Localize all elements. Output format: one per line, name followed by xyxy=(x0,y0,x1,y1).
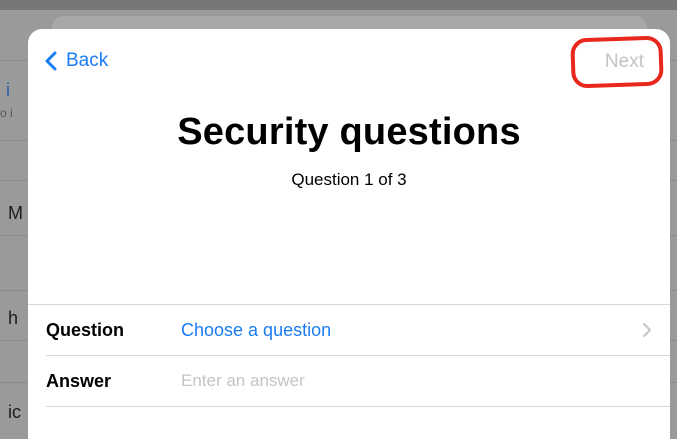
page-title: Security questions xyxy=(177,111,521,153)
background-text: M xyxy=(8,203,23,223)
back-button-label: Back xyxy=(66,50,109,71)
security-question-form: Question Choose a question Answer xyxy=(28,304,670,407)
choose-question-link[interactable]: Choose a question xyxy=(181,320,331,341)
answer-row: Answer xyxy=(28,356,670,407)
security-questions-sheet: Back Next Security questions Question 1 … xyxy=(28,29,670,439)
background-text: o i xyxy=(0,106,13,120)
divider xyxy=(46,406,670,407)
chevron-right-icon xyxy=(643,323,651,337)
answer-input[interactable] xyxy=(181,368,621,394)
question-label: Question xyxy=(46,320,125,340)
background-text: h xyxy=(8,308,19,328)
page-subtitle: Question 1 of 3 xyxy=(291,170,407,189)
background-text: ic xyxy=(8,402,21,422)
back-button[interactable]: Back xyxy=(42,49,108,73)
answer-label: Answer xyxy=(46,371,112,391)
screen: i o i M h ic Back Next Security question… xyxy=(0,0,677,439)
question-row[interactable]: Question Choose a question xyxy=(28,305,670,356)
chevron-left-icon xyxy=(45,51,57,71)
background-text: i xyxy=(6,80,10,100)
next-button[interactable]: Next xyxy=(605,51,644,73)
